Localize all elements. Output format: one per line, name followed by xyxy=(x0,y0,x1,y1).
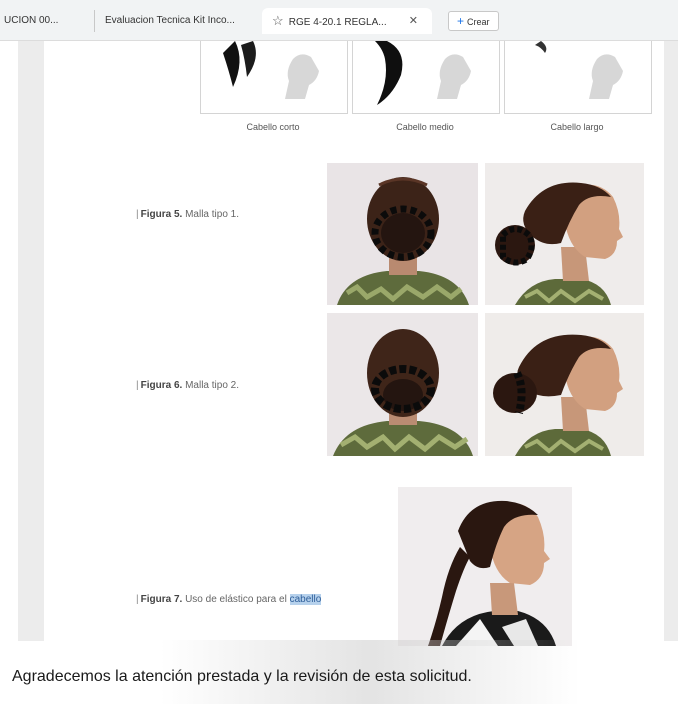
page-right-margin xyxy=(664,41,678,641)
figure-5-side-photo xyxy=(485,163,644,305)
tab-label: RGE 4-20.1 REGLA... xyxy=(288,17,387,28)
figure-7-text: Uso de elástico para el xyxy=(185,594,290,605)
closing-text: Agradecemos la atención prestada y la re… xyxy=(12,668,472,685)
figure-5-text: Malla tipo 1. xyxy=(185,209,239,220)
browser-tab-bar: UCION 00... Evaluacion Tecnica Kit Inco.… xyxy=(0,0,678,41)
plus-icon: + xyxy=(457,14,465,28)
tab-resolucion[interactable]: UCION 00... xyxy=(4,10,90,32)
hair-medium-caption: Cabello medio xyxy=(396,122,454,132)
figure-7-caption: | Figura 7. Uso de elástico para el cabel… xyxy=(136,594,322,605)
document-page[interactable]: Cabello corto Cabello medio Cabello larg… xyxy=(0,41,678,666)
figure-6-side-photo xyxy=(485,313,644,456)
figure-7-number: Figura 7. xyxy=(140,594,183,605)
figure-6-back-photo xyxy=(327,313,478,456)
figure-5-number: Figura 5. xyxy=(140,209,183,220)
hair-medium-illustration xyxy=(352,41,500,114)
hair-short-illustration xyxy=(200,41,348,114)
highlighted-word[interactable]: cabello xyxy=(289,594,322,605)
figure-5-caption: | Figura 5. Malla tipo 1. xyxy=(136,209,239,220)
hair-long-illustration xyxy=(504,41,652,114)
create-tab-button[interactable]: + Crear xyxy=(448,11,499,31)
figure-5-back-photo xyxy=(327,163,478,305)
star-icon[interactable]: ☆ xyxy=(272,8,286,34)
hair-short-caption: Cabello corto xyxy=(246,122,300,132)
tab-rge-reglamento-active[interactable]: ☆ RGE 4-20.1 REGLA... ✕ xyxy=(262,8,432,34)
create-label: Crear xyxy=(467,17,490,27)
figure-6-number: Figura 6. xyxy=(140,380,183,391)
figure-6-caption: | Figura 6. Malla tipo 2. xyxy=(136,380,239,391)
tab-label: UCION 00... xyxy=(4,15,59,26)
figure-7-photo xyxy=(398,487,572,646)
close-icon[interactable]: ✕ xyxy=(409,8,418,34)
figure-6-text: Malla tipo 2. xyxy=(185,380,239,391)
hair-long-caption: Cabello largo xyxy=(550,122,604,132)
tab-evaluacion-tecnica[interactable]: Evaluacion Tecnica Kit Inco... xyxy=(94,10,275,32)
page-left-margin xyxy=(18,41,44,641)
tab-label: Evaluacion Tecnica Kit Inco... xyxy=(105,15,235,26)
